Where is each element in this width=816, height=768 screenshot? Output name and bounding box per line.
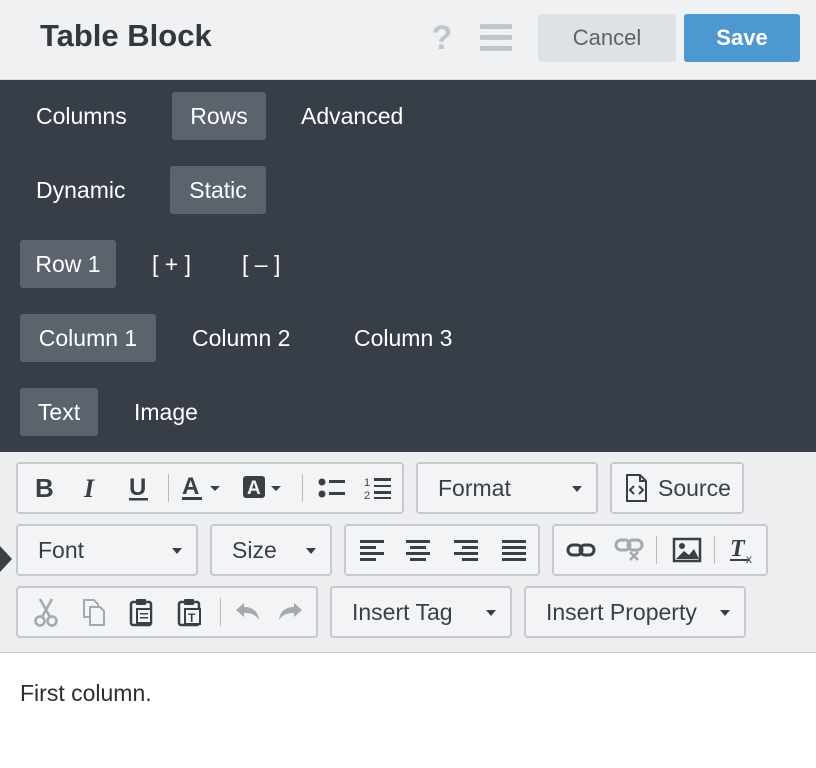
svg-text:x: x (746, 552, 752, 565)
format-dropdown-label: Format (438, 474, 511, 501)
tab-dynamic[interactable]: Dynamic (20, 166, 141, 214)
table-block-editor: Table Block ? Cancel Save Columns Rows A… (0, 0, 816, 768)
tab-image[interactable]: Image (118, 388, 214, 436)
bulleted-list-icon[interactable] (312, 464, 352, 512)
tab-column-3[interactable]: Column 3 (338, 314, 468, 362)
header-bar: Table Block ? Cancel Save (0, 0, 816, 80)
svg-text:B: B (35, 474, 54, 502)
svg-text:T: T (730, 536, 746, 562)
background-color-icon[interactable]: A (238, 464, 292, 512)
remove-row-button[interactable]: [ – ] (226, 240, 296, 288)
size-dropdown[interactable]: Size (210, 524, 332, 576)
question-icon[interactable]: ? (428, 20, 456, 56)
text-style-group: B I U A A 12 (16, 462, 404, 514)
cancel-button[interactable]: Cancel (538, 14, 676, 62)
toolbar-separator (168, 474, 169, 502)
chevron-down-icon (572, 486, 582, 492)
chevron-down-icon (172, 548, 182, 554)
svg-text:T: T (188, 611, 196, 625)
underline-icon[interactable]: U (118, 464, 160, 512)
insert-property-dropdown[interactable]: Insert Property (524, 586, 746, 638)
insert-tag-dropdown[interactable]: Insert Tag (330, 586, 512, 638)
unlink-icon[interactable] (606, 526, 652, 574)
alignment-group (344, 524, 540, 576)
insert-tag-label: Insert Tag (352, 598, 453, 625)
align-left-icon[interactable] (350, 526, 394, 574)
save-button[interactable]: Save (684, 14, 800, 62)
settings-panel: Columns Rows Advanced Dynamic Static Row… (0, 80, 816, 452)
text-color-icon[interactable]: A (178, 464, 230, 512)
tab-row-1[interactable]: Row 1 (20, 240, 116, 288)
tab-text[interactable]: Text (20, 388, 98, 436)
copy-icon[interactable] (70, 588, 118, 636)
font-dropdown[interactable]: Font (16, 524, 198, 576)
add-row-button[interactable]: [ + ] (136, 240, 207, 288)
cut-icon[interactable] (22, 588, 70, 636)
undo-icon[interactable] (224, 588, 270, 636)
svg-text:I: I (83, 474, 95, 502)
tab-rows[interactable]: Rows (172, 92, 266, 140)
source-label: Source (658, 474, 731, 501)
editor-content[interactable]: First column. (20, 680, 152, 707)
redo-icon[interactable] (268, 588, 314, 636)
paste-icon[interactable] (118, 588, 166, 636)
collapse-arrow-icon[interactable] (0, 546, 12, 572)
chevron-down-icon (306, 548, 316, 554)
tab-column-1[interactable]: Column 1 (20, 314, 156, 362)
toolbar-separator (302, 474, 303, 502)
format-dropdown[interactable]: Format (416, 462, 598, 514)
svg-text:U: U (129, 474, 146, 501)
hamburger-menu-icon[interactable] (480, 24, 514, 54)
rich-text-editor[interactable]: First column. (0, 654, 816, 768)
tab-column-2[interactable]: Column 2 (176, 314, 306, 362)
chevron-down-icon (486, 610, 496, 616)
size-dropdown-label: Size (232, 536, 277, 563)
svg-text:2: 2 (364, 490, 370, 502)
justify-icon[interactable] (492, 526, 536, 574)
tab-advanced[interactable]: Advanced (285, 92, 419, 140)
numbered-list-icon[interactable]: 12 (358, 464, 398, 512)
clipboard-group: T (16, 586, 318, 638)
source-icon (626, 474, 647, 502)
svg-text:A: A (182, 473, 199, 500)
italic-icon[interactable]: I (70, 464, 110, 512)
paste-text-icon[interactable]: T (166, 588, 214, 636)
source-button[interactable]: Source (610, 462, 744, 514)
chevron-down-icon (720, 610, 730, 616)
image-icon[interactable] (664, 526, 710, 574)
align-right-icon[interactable] (444, 526, 488, 574)
svg-text:A: A (247, 478, 261, 499)
page-title: Table Block (40, 18, 212, 53)
remove-format-icon[interactable]: Tx (720, 526, 764, 574)
toolbar-separator (220, 598, 221, 626)
align-center-icon[interactable] (396, 526, 440, 574)
insert-property-label: Insert Property (546, 598, 697, 625)
font-dropdown-label: Font (38, 536, 85, 563)
toolbar-separator (656, 536, 657, 564)
insert-group: Tx (552, 524, 768, 576)
link-icon[interactable] (558, 526, 604, 574)
svg-text:1: 1 (364, 477, 370, 489)
bold-icon[interactable]: B (24, 464, 64, 512)
tab-columns[interactable]: Columns (20, 92, 143, 140)
tab-static[interactable]: Static (170, 166, 266, 214)
toolbar-separator (714, 536, 715, 564)
